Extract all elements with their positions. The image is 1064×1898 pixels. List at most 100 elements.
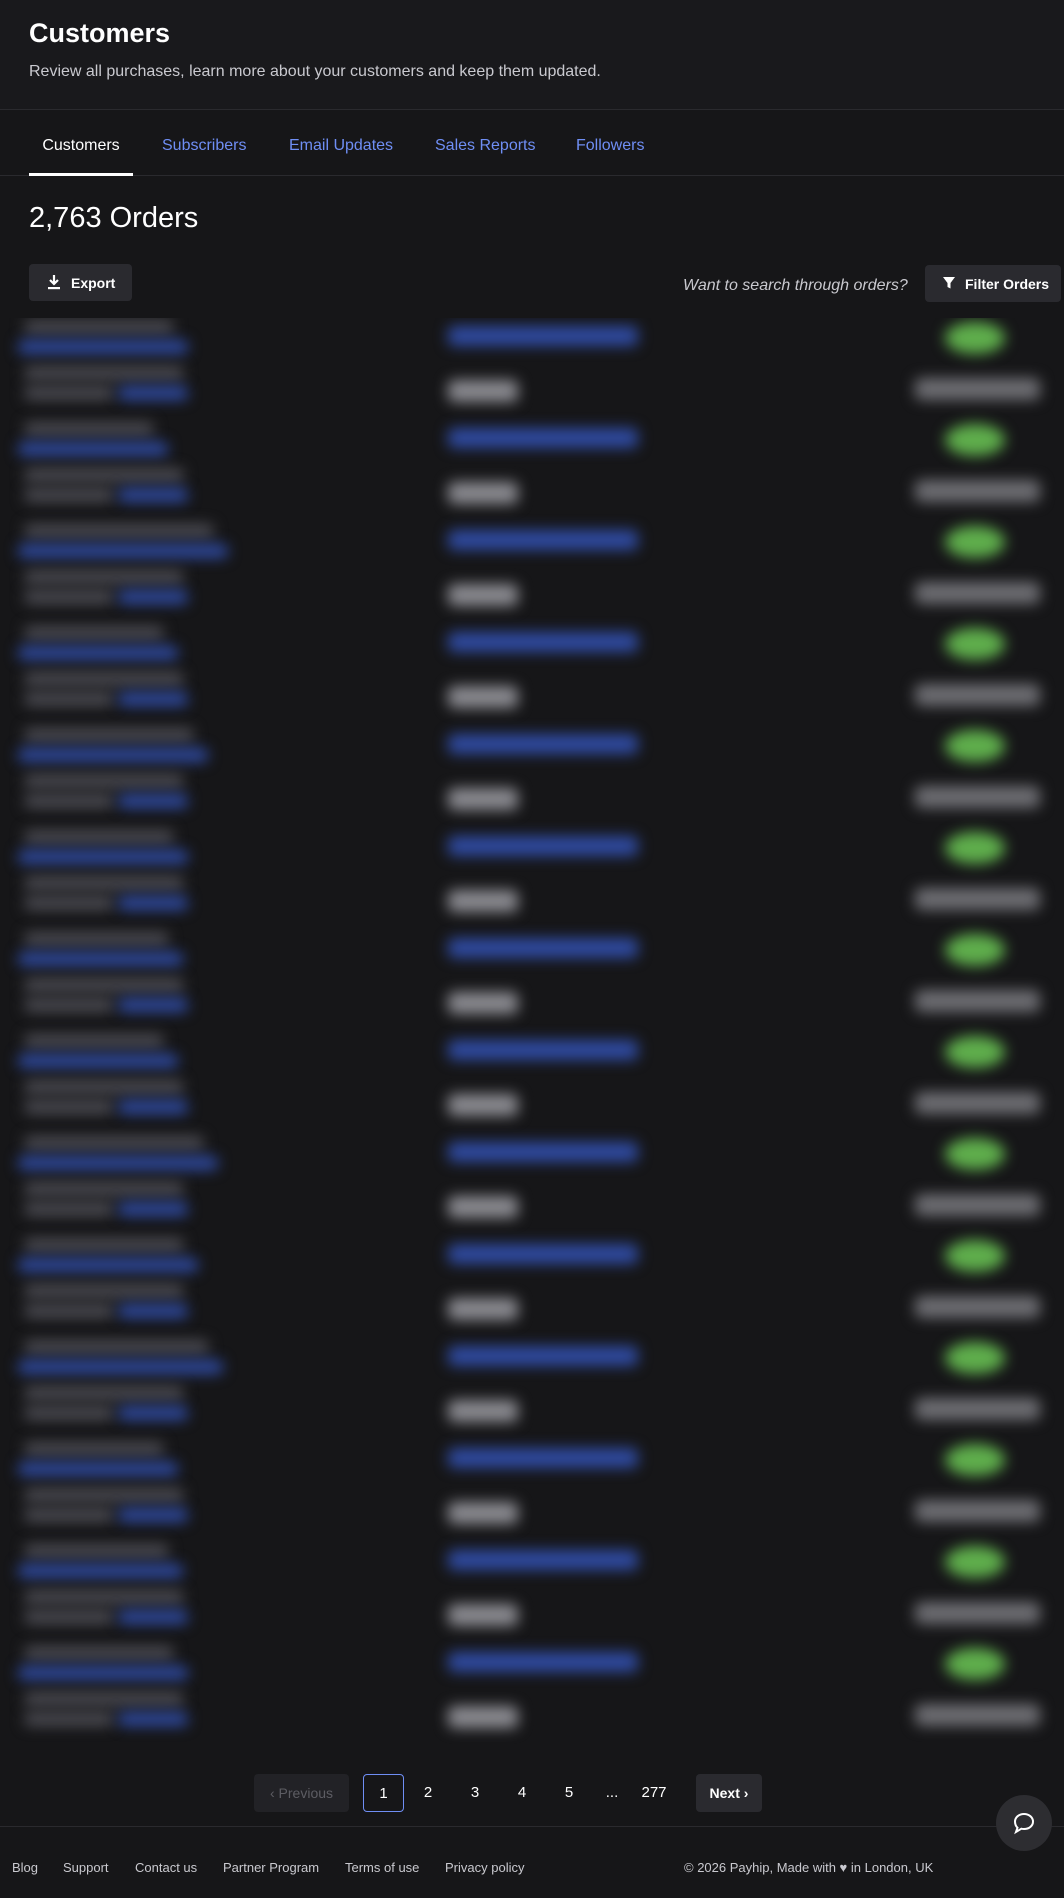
redacted-customer-detail <box>24 1692 184 1706</box>
redacted-product-link <box>448 530 638 550</box>
page-button-last[interactable]: 277 <box>639 1774 669 1812</box>
redacted-customer-name <box>24 728 194 742</box>
redacted-status-badge <box>945 1648 1005 1680</box>
order-row[interactable] <box>0 1032 1064 1132</box>
redacted-customer-email <box>18 1564 183 1578</box>
page-button[interactable]: 5 <box>557 1774 581 1812</box>
redacted-order-date <box>915 684 1040 706</box>
redacted-customer-meta <box>24 1202 114 1216</box>
redacted-order-price <box>448 1400 518 1422</box>
redacted-order-date <box>915 582 1040 604</box>
redacted-customer-link <box>118 896 188 910</box>
redacted-order-date <box>915 378 1040 400</box>
order-row[interactable] <box>0 1134 1064 1234</box>
order-row[interactable] <box>0 1644 1064 1744</box>
tab-sales-reports[interactable]: Sales Reports <box>435 111 536 176</box>
redacted-customer-email <box>18 442 168 456</box>
order-row[interactable] <box>0 1440 1064 1540</box>
redacted-order-price <box>448 1298 518 1320</box>
previous-page-button[interactable]: ‹ Previous <box>254 1774 349 1812</box>
footer-link-contact[interactable]: Contact us <box>135 1860 197 1875</box>
page-subtitle: Review all purchases, learn more about y… <box>29 63 601 80</box>
redacted-status-badge <box>945 1240 1005 1272</box>
tab-subscribers[interactable]: Subscribers <box>162 111 246 176</box>
order-row[interactable] <box>0 1338 1064 1438</box>
footer-link-blog[interactable]: Blog <box>12 1860 38 1875</box>
footer-link-partner-program[interactable]: Partner Program <box>223 1860 319 1875</box>
filter-icon <box>942 276 956 290</box>
redacted-customer-email <box>18 748 208 762</box>
redacted-customer-detail <box>24 978 184 992</box>
redacted-product-link <box>448 1040 638 1060</box>
page-button-current[interactable]: 1 <box>363 1774 404 1812</box>
redacted-customer-name <box>24 626 164 640</box>
footer-link-terms[interactable]: Terms of use <box>345 1860 419 1875</box>
redacted-order-price <box>448 788 518 810</box>
redacted-customer-name <box>24 524 214 538</box>
chat-button[interactable] <box>996 1795 1052 1851</box>
redacted-customer-link <box>118 386 188 400</box>
export-label: Export <box>71 275 116 291</box>
order-row[interactable] <box>0 726 1064 826</box>
page-button[interactable]: 3 <box>463 1774 487 1812</box>
redacted-customer-link <box>118 1610 188 1624</box>
export-button[interactable]: Export <box>29 264 132 301</box>
redacted-order-price <box>448 380 518 402</box>
footer-link-privacy[interactable]: Privacy policy <box>445 1860 524 1875</box>
pagination-ellipsis: ... <box>605 1784 619 1801</box>
page-button[interactable]: 4 <box>510 1774 534 1812</box>
tab-email-updates[interactable]: Email Updates <box>289 111 393 176</box>
page-button[interactable]: 2 <box>416 1774 440 1812</box>
previous-label: Previous <box>278 1785 334 1801</box>
order-row[interactable] <box>0 318 1064 418</box>
redacted-customer-meta <box>24 998 114 1012</box>
redacted-order-date <box>915 480 1040 502</box>
next-page-button[interactable]: Next › <box>696 1774 762 1812</box>
redacted-customer-meta <box>24 488 114 502</box>
redacted-customer-name <box>24 1238 184 1252</box>
filter-orders-button[interactable]: Filter Orders <box>925 265 1061 302</box>
order-row[interactable] <box>0 624 1064 724</box>
redacted-order-date <box>915 990 1040 1012</box>
redacted-customer-name <box>24 1442 164 1456</box>
redacted-customer-email <box>18 544 228 558</box>
redacted-order-price <box>448 1706 518 1728</box>
chevron-left-icon: ‹ <box>269 1785 279 1801</box>
redacted-customer-name <box>24 1646 174 1660</box>
redacted-order-price <box>448 686 518 708</box>
redacted-customer-meta <box>24 1406 114 1420</box>
redacted-customer-meta <box>24 1508 114 1522</box>
redacted-customer-detail <box>24 1590 184 1604</box>
redacted-order-date <box>915 1398 1040 1420</box>
tab-followers[interactable]: Followers <box>576 111 644 176</box>
redacted-status-badge <box>945 1138 1005 1170</box>
redacted-customer-detail <box>24 1386 184 1400</box>
order-row[interactable] <box>0 828 1064 928</box>
redacted-product-link <box>448 326 638 346</box>
redacted-customer-meta <box>24 794 114 808</box>
footer-link-support[interactable]: Support <box>63 1860 109 1875</box>
redacted-product-link <box>448 836 638 856</box>
order-row[interactable] <box>0 1236 1064 1336</box>
order-row[interactable] <box>0 930 1064 1030</box>
redacted-status-badge <box>945 424 1005 456</box>
redacted-status-badge <box>945 1444 1005 1476</box>
chevron-right-icon: › <box>739 1785 749 1801</box>
tab-customers[interactable]: Customers <box>29 111 133 176</box>
redacted-customer-name <box>24 1340 209 1354</box>
redacted-customer-meta <box>24 1610 114 1624</box>
redacted-customer-link <box>118 1406 188 1420</box>
redacted-customer-link <box>118 692 188 706</box>
redacted-product-link <box>448 428 638 448</box>
order-row[interactable] <box>0 1542 1064 1642</box>
redacted-customer-detail <box>24 1080 184 1094</box>
redacted-customer-name <box>24 422 154 436</box>
redacted-order-date <box>915 1296 1040 1318</box>
page-title: Customers <box>29 18 171 48</box>
redacted-order-date <box>915 786 1040 808</box>
redacted-product-link <box>448 1652 638 1672</box>
order-row[interactable] <box>0 522 1064 622</box>
order-row[interactable] <box>0 420 1064 520</box>
redacted-product-link <box>448 1244 638 1264</box>
redacted-customer-link <box>118 488 188 502</box>
